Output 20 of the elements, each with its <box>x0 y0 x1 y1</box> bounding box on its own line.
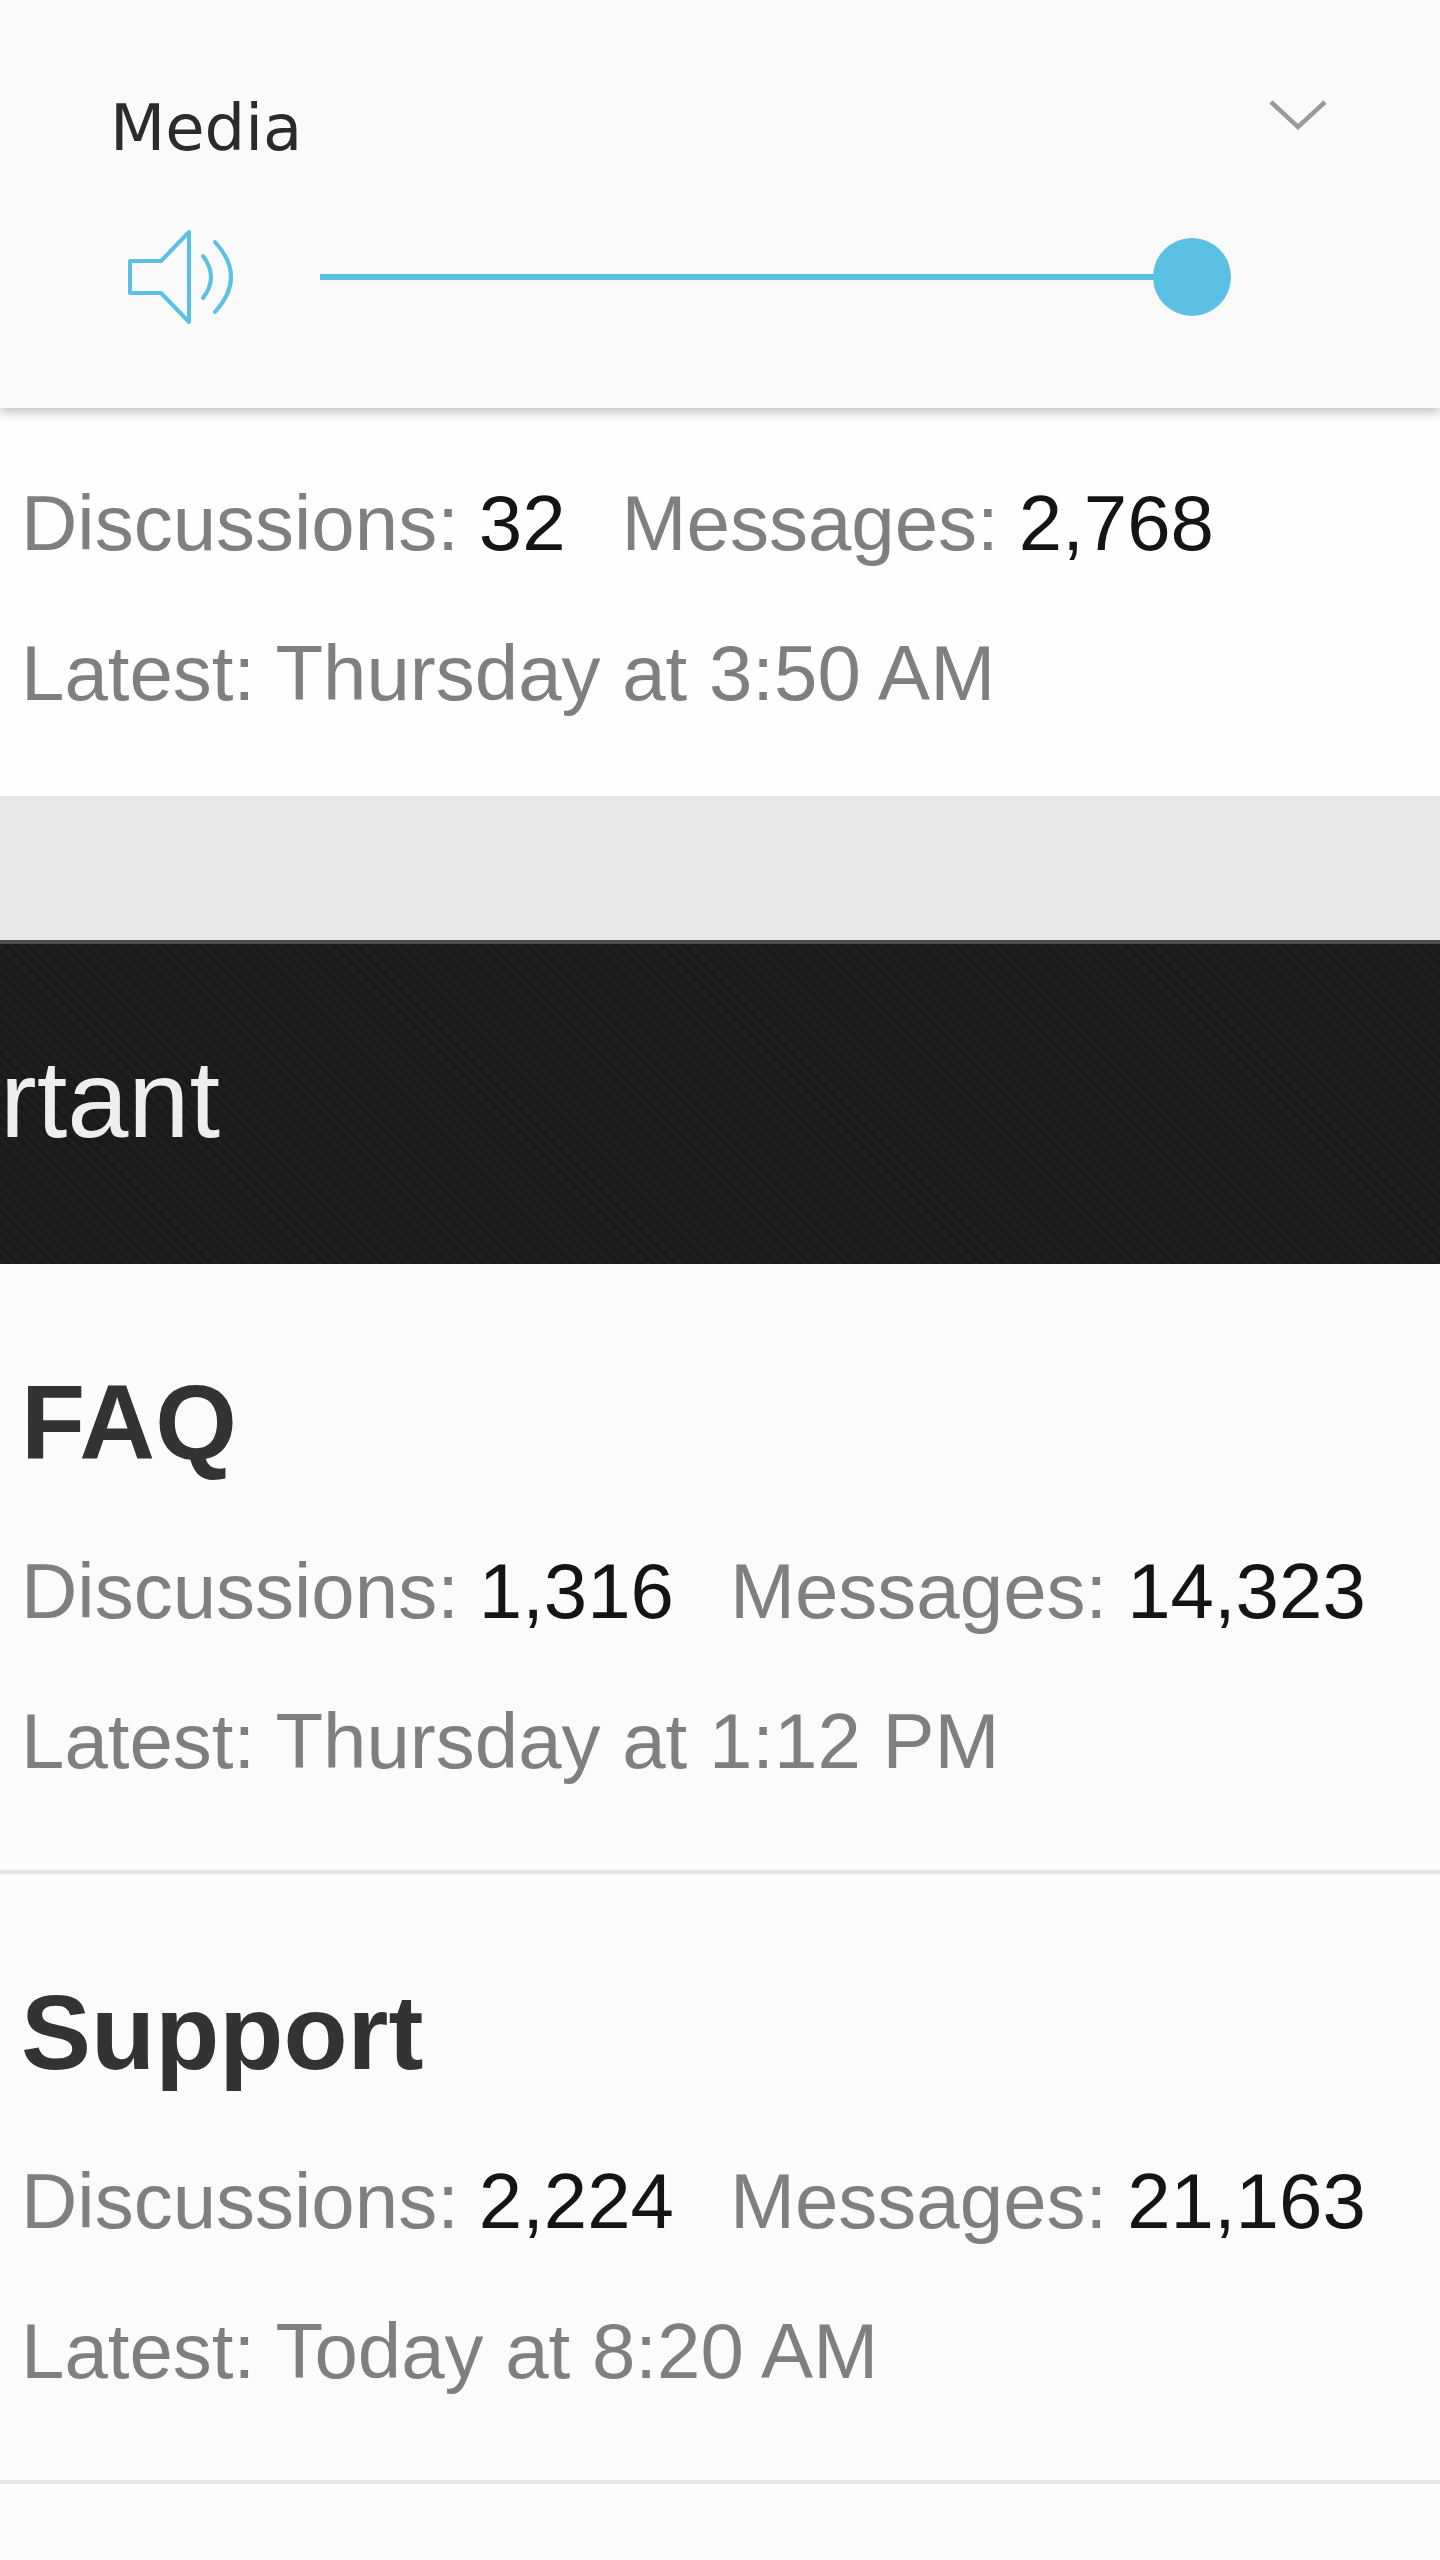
latest-post-info[interactable]: Latest: Today at 8:20 AM <box>21 2307 879 2395</box>
messages-count: 2,768 <box>1018 479 1214 567</box>
category-title[interactable]: rtant <box>0 1034 221 1164</box>
forum-title[interactable]: Support <box>21 1968 424 2098</box>
messages-label: Messages: <box>621 479 999 567</box>
discussions-label: Discussions: <box>21 2157 459 2245</box>
forum-title[interactable]: FAQ <box>21 1358 237 1488</box>
discussions-count: 2,224 <box>478 2157 674 2245</box>
messages-count: 14,323 <box>1127 1547 1366 1635</box>
latest-post-info[interactable]: Latest: Thursday at 1:12 PM <box>21 1697 1000 1785</box>
latest-post-info[interactable]: Latest: Thursday at 3:50 AM <box>21 629 996 717</box>
messages-count: 21,163 <box>1127 2157 1366 2245</box>
discussions-count: 1,316 <box>478 1547 674 1635</box>
discussions-count: 32 <box>478 479 566 567</box>
discussions-label: Discussions: <box>21 1547 459 1635</box>
messages-label: Messages: <box>730 2157 1108 2245</box>
messages-label: Messages: <box>730 1547 1108 1635</box>
chevron-down-icon[interactable] <box>1268 99 1328 131</box>
panel-title: Media <box>110 90 303 167</box>
discussions-label: Discussions: <box>21 479 459 567</box>
